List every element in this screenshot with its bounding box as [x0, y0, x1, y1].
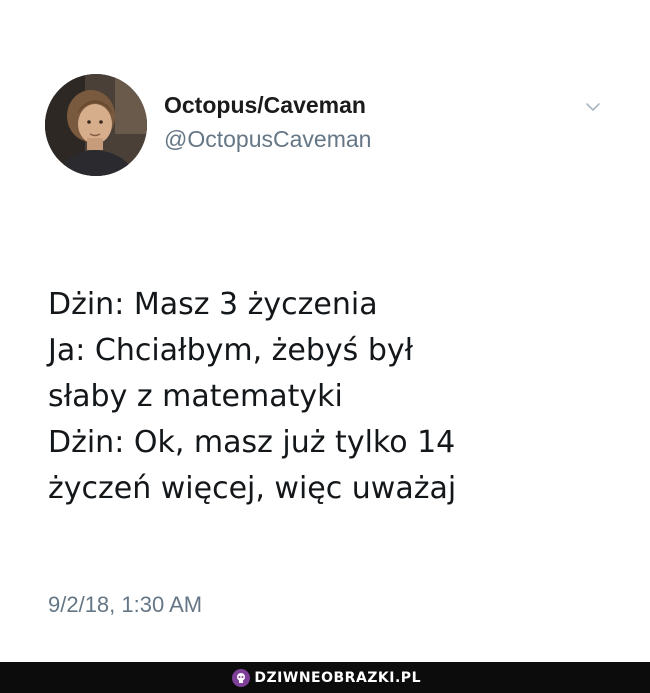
tweet-text-line: słaby z matematyki [48, 379, 343, 414]
tweet-timestamp[interactable]: 9/2/18, 1:30 AM [48, 592, 202, 618]
tweet-card: Octopus/Caveman @OctopusCaveman Dżin: Ma… [0, 0, 650, 662]
watermark: DZIWNEOBRAZKI.PL [232, 668, 421, 688]
avatar-photo [45, 74, 147, 176]
user-handle[interactable]: @OctopusCaveman [164, 126, 371, 153]
avatar[interactable] [45, 74, 147, 176]
tweet-text-line: życzeń więcej, więc uważaj [48, 471, 457, 506]
tweet-text: Dżin: Masz 3 życzenia Ja: Chciałbym, żeb… [48, 282, 628, 512]
chevron-down-icon[interactable] [582, 99, 604, 115]
display-name[interactable]: Octopus/Caveman [164, 92, 366, 119]
tweet-text-line: Dżin: Ok, masz już tylko 14 [48, 425, 456, 460]
tweet-text-line: Dżin: Masz 3 życzenia [48, 287, 378, 322]
tweet-text-line: Ja: Chciałbym, żebyś był [48, 333, 414, 368]
watermark-bar: DZIWNEOBRAZKI.PL [0, 662, 650, 693]
skull-logo-icon [232, 669, 251, 687]
watermark-text: DZIWNEOBRAZKI.PL [254, 670, 421, 686]
